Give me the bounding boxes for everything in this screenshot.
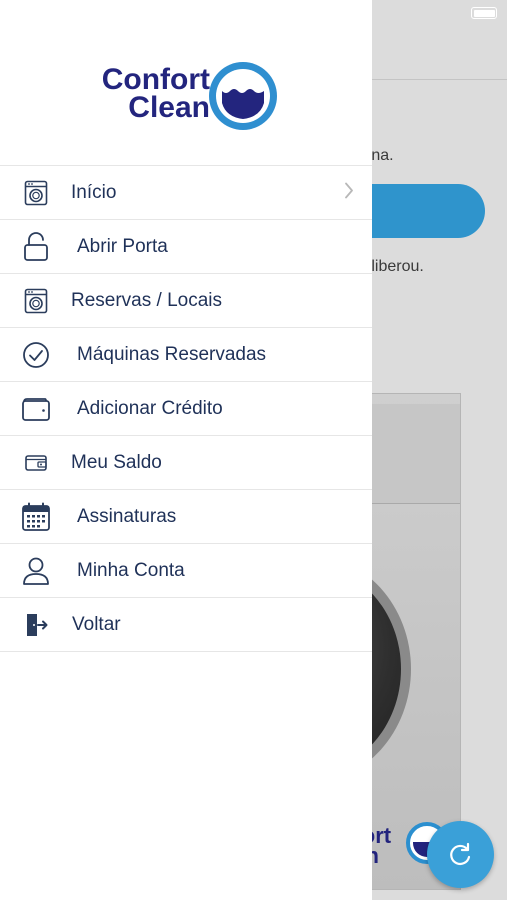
menu-item-adicionar-credito[interactable]: Adicionar Crédito <box>0 382 372 436</box>
small-wallet-icon <box>20 447 52 479</box>
menu-item-label: Reservas / Locais <box>71 289 223 311</box>
exit-door-icon <box>20 609 52 641</box>
check-circle-icon <box>20 339 52 371</box>
washing-machine-icon <box>20 285 52 317</box>
menu-item-reservas-locais[interactable]: Reservas / Locais <box>0 274 372 328</box>
logo-drum-icon <box>209 62 277 130</box>
menu-item-label: Meu Saldo <box>71 451 162 473</box>
menu-item-label: Abrir Porta <box>77 235 168 257</box>
logo-wordmark: Confort Clean <box>101 63 210 124</box>
calendar-icon <box>20 501 52 533</box>
menu-item-label: Adicionar Crédito <box>77 397 223 419</box>
menu-item-inicio[interactable]: Início <box>0 166 372 220</box>
menu-item-minha-conta[interactable]: Minha Conta <box>0 544 372 598</box>
user-icon <box>20 555 52 587</box>
menu-item-voltar[interactable]: Voltar <box>0 598 372 652</box>
wallet-icon <box>20 393 52 425</box>
confort-clean-logo: Confort Clean <box>95 62 280 132</box>
menu-item-label: Início <box>71 181 117 203</box>
menu-item-label: Máquinas Reservadas <box>77 343 267 365</box>
chevron-right-icon <box>344 182 354 203</box>
navigation-drawer: Confort Clean Início Abrir Porta Reserva… <box>0 0 372 900</box>
menu-item-label: Assinaturas <box>77 505 177 527</box>
battery-icon <box>471 7 497 19</box>
menu-item-label: Voltar <box>72 613 121 635</box>
menu-item-assinaturas[interactable]: Assinaturas <box>0 490 372 544</box>
drawer-menu: Início Abrir Porta Reservas / Locais Máq… <box>0 165 372 652</box>
menu-item-meu-saldo[interactable]: Meu Saldo <box>0 436 372 490</box>
menu-item-maquinas-reservadas[interactable]: Máquinas Reservadas <box>0 328 372 382</box>
menu-item-abrir-porta[interactable]: Abrir Porta <box>0 220 372 274</box>
washing-machine-icon <box>20 177 52 209</box>
unlock-icon <box>20 231 52 263</box>
refresh-icon <box>449 842 470 865</box>
menu-item-label: Minha Conta <box>77 559 185 581</box>
refresh-button[interactable] <box>427 821 494 888</box>
header-divider <box>372 79 507 80</box>
